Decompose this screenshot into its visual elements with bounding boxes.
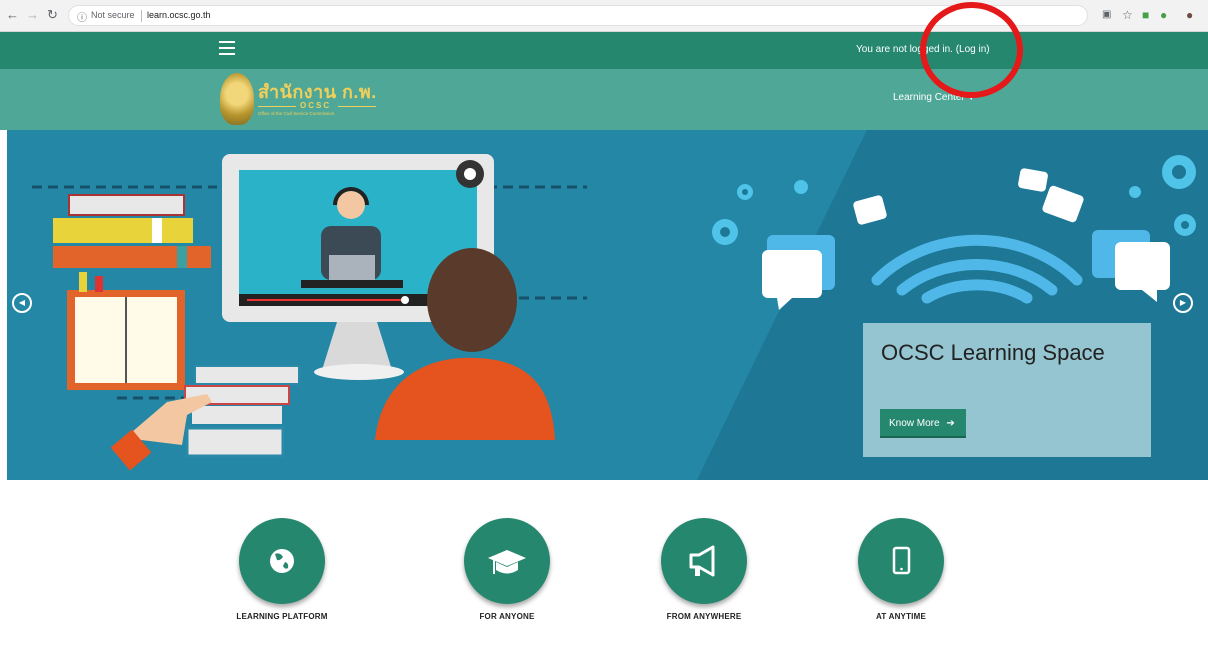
logo-subtitle: Office of the Civil Service Commission xyxy=(258,111,335,116)
arrow-right-icon: ➔ xyxy=(946,418,955,429)
extension-icon[interactable]: ● xyxy=(1160,8,1167,22)
forward-arrow-icon[interactable]: → xyxy=(26,8,39,22)
mobile-phone-icon[interactable] xyxy=(858,518,944,604)
site-header: สำนักงาน ก.พ. OCSC Office of the Civil S… xyxy=(0,69,1208,130)
extension-icon[interactable]: ■ xyxy=(1142,8,1149,22)
hero-carousel: ◀ ▶ OCSC Learning Space Know More ➔ xyxy=(7,130,1208,480)
logo-divider xyxy=(258,106,296,107)
feature-label: FOR ANYONE xyxy=(479,612,535,621)
reload-icon[interactable]: ↻ xyxy=(47,8,58,22)
carousel-caption-title: OCSC Learning Space xyxy=(881,340,1105,365)
feature-from-anywhere: FROM ANYWHERE xyxy=(624,518,784,621)
address-separator xyxy=(141,10,142,22)
carousel-caption: OCSC Learning Space Know More ➔ xyxy=(863,323,1151,457)
hamburger-menu-icon[interactable] xyxy=(219,41,235,57)
globe-icon[interactable] xyxy=(239,518,325,604)
info-icon[interactable]: ⓘ xyxy=(77,9,87,24)
know-more-label: Know More xyxy=(889,418,940,429)
carousel-next-button[interactable]: ▶ xyxy=(1173,293,1193,313)
annotation-circle xyxy=(920,2,1023,98)
profile-avatar-icon[interactable]: ● xyxy=(1186,8,1193,22)
translate-icon[interactable]: ▣ xyxy=(1102,8,1111,22)
feature-label: LEARNING PLATFORM xyxy=(236,612,328,621)
url-text[interactable]: learn.ocsc.go.th xyxy=(147,10,211,20)
feature-at-anytime: AT ANYTIME xyxy=(821,518,981,621)
back-arrow-icon[interactable]: ← xyxy=(6,8,19,22)
graduation-cap-icon[interactable] xyxy=(464,518,550,604)
browser-toolbar: ← → ↻ ⓘ Not secure learn.ocsc.go.th ▣ ☆ … xyxy=(0,0,1208,32)
know-more-button[interactable]: Know More ➔ xyxy=(880,409,966,438)
megaphone-icon[interactable] xyxy=(661,518,747,604)
feature-label: FROM ANYWHERE xyxy=(666,612,742,621)
feature-for-anyone: FOR ANYONE xyxy=(427,518,587,621)
security-label: Not secure xyxy=(91,10,135,20)
carousel-prev-button[interactable]: ◀ xyxy=(12,293,32,313)
feature-label: AT ANYTIME xyxy=(876,612,926,621)
logo-divider xyxy=(338,106,376,107)
bookmark-star-icon[interactable]: ☆ xyxy=(1122,8,1133,22)
top-navbar: You are not logged in. (Log in) xyxy=(0,32,1208,69)
feature-learning-platform: LEARNING PLATFORM xyxy=(202,518,362,621)
logo-ocsc-text: OCSC xyxy=(300,101,332,110)
ocsc-seal-logo[interactable] xyxy=(220,73,254,125)
